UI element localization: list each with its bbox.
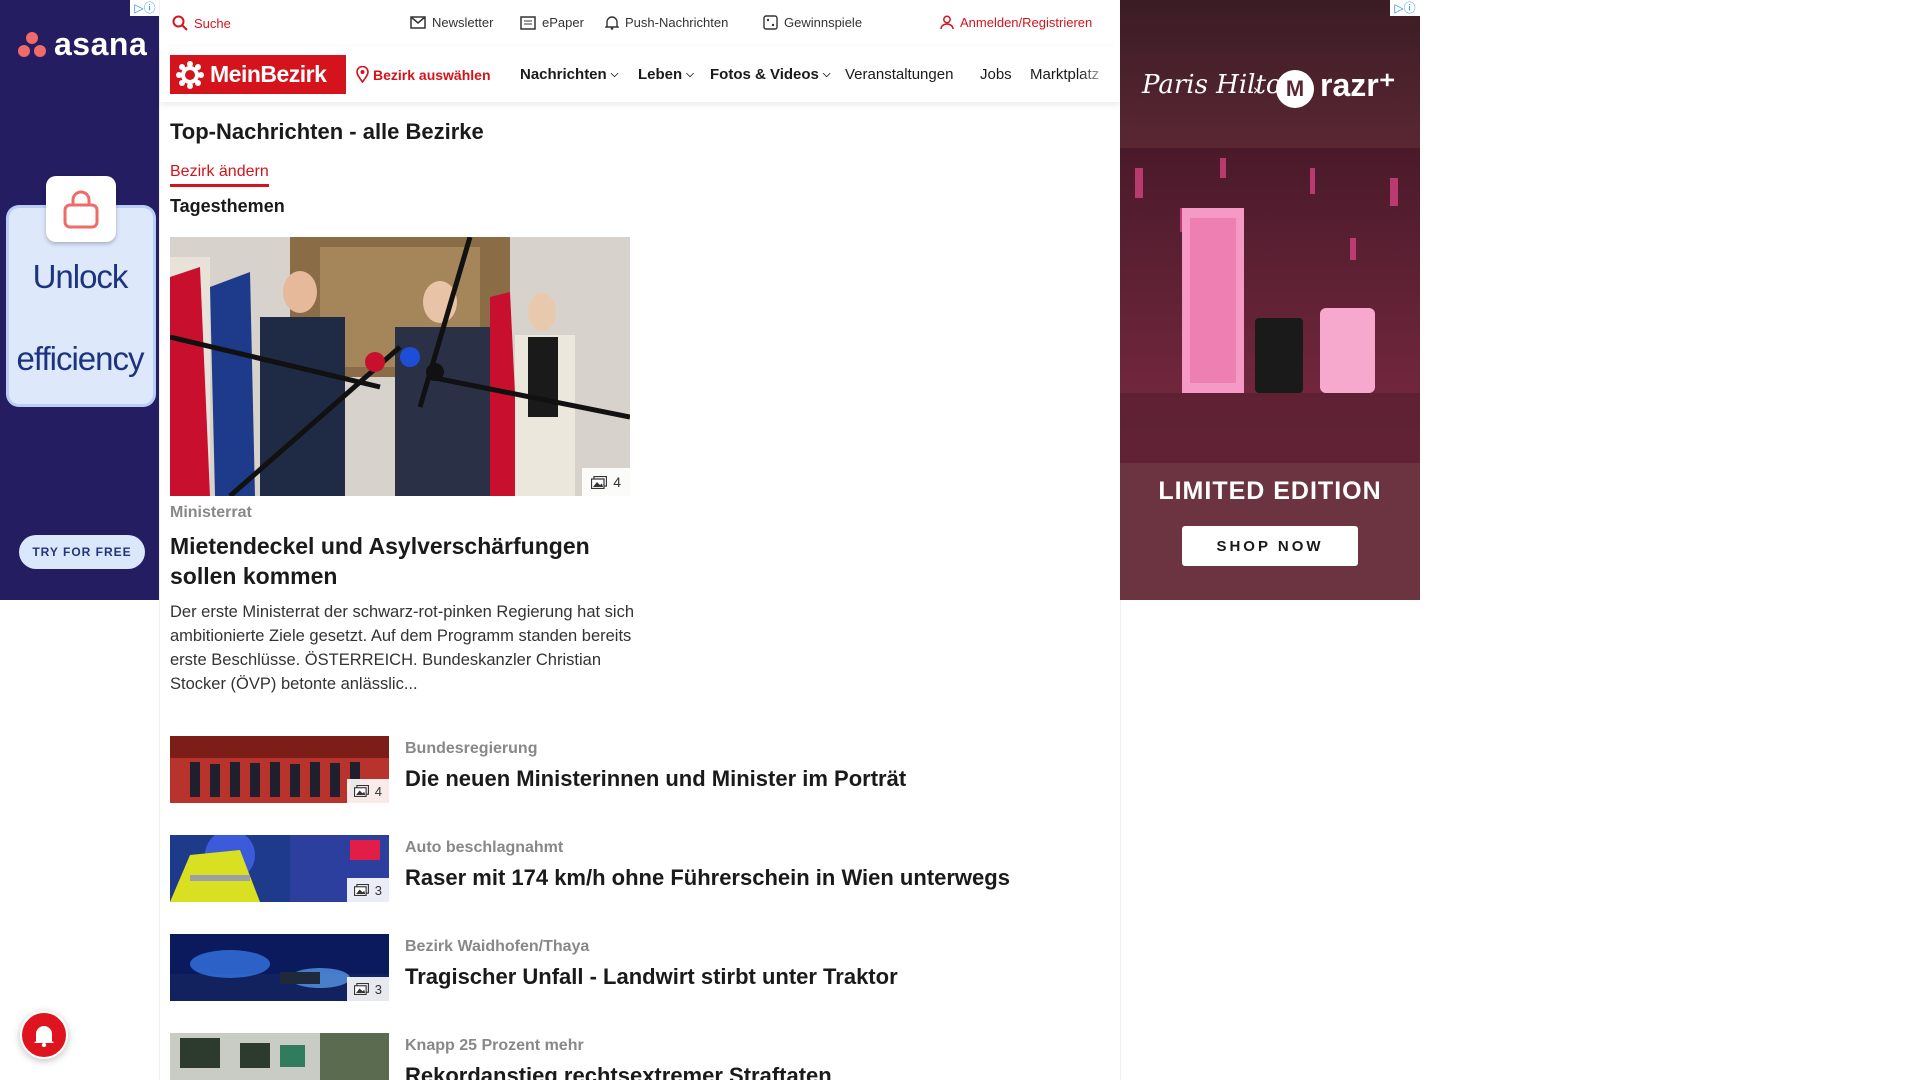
search-label: Suche <box>194 15 231 31</box>
image-count-badge: 4 <box>346 779 389 803</box>
razr-wordmark: razr⁺ <box>1320 67 1396 103</box>
gallery-icon <box>353 785 369 797</box>
nav-leben-label: Leben <box>638 66 683 83</box>
paris-hilton-signature-logo: Paris Hilton <box>1142 70 1299 100</box>
newsletter-link[interactable]: Newsletter <box>410 15 493 30</box>
asana-dots-icon <box>18 31 46 58</box>
notification-bell-button[interactable] <box>20 1011 68 1059</box>
change-bezirk-link[interactable]: Bezirk ändern <box>170 163 269 187</box>
gift-icon <box>763 15 778 30</box>
push-label: Push-Nachrichten <box>625 15 729 30</box>
list-item[interactable]: Knapp 25 Prozent mehr Rekordanstieg rech… <box>170 1033 1070 1080</box>
image-count: 4 <box>613 474 621 490</box>
article-title[interactable]: Rekordanstieg rechtsextremer Straftaten <box>405 1063 832 1080</box>
nav-jobs[interactable]: Jobs <box>980 66 1012 83</box>
mail-icon <box>410 16 426 29</box>
image-count: 3 <box>374 882 382 898</box>
epaper-label: ePaper <box>542 15 584 30</box>
image-count-badge: 4 <box>582 468 630 496</box>
lead-headline[interactable]: Mietendeckel und Asylverschärfungen soll… <box>170 531 640 591</box>
nav-fotos-videos[interactable]: Fotos & Videos ⌵ <box>710 66 831 83</box>
article-thumbnail[interactable]: 3 <box>170 934 389 1001</box>
top-utility-bar: Suche Newsletter ePaper Push-Nachrichten… <box>160 0 1120 46</box>
asana-wordmark: asana <box>54 26 148 62</box>
user-icon <box>940 15 954 30</box>
asana-logo: asana <box>18 26 147 63</box>
ad-headline-1: Unlock <box>32 258 129 295</box>
bezirk-select-label: Bezirk auswählen <box>373 66 491 83</box>
nav-leben[interactable]: Leben ⌵ <box>638 66 694 83</box>
bezirk-select[interactable]: Bezirk auswählen <box>356 66 491 83</box>
ad-product-visual <box>1120 148 1420 463</box>
lead-teaser: Der erste Ministerrat der schwarz-rot-pi… <box>170 603 635 693</box>
motorola-logo-icon: M <box>1276 70 1314 108</box>
page: ▷ⓘ asana Unlock efficiency TRY FOR FREE … <box>0 0 1920 1080</box>
article-title[interactable]: Raser mit 174 km/h ohne Führerschein in … <box>405 865 1010 891</box>
nav-nachrichten[interactable]: Nachrichten ⌵ <box>520 66 618 83</box>
image-count-badge: 3 <box>346 878 389 902</box>
adchoices-icon[interactable]: ▷ⓘ <box>1390 0 1420 16</box>
article-kicker: Bezirk Waidhofen/Thaya <box>405 938 590 955</box>
gewinnspiele-link[interactable]: Gewinnspiele <box>763 15 862 30</box>
nav-fotos-label: Fotos & Videos <box>710 66 819 83</box>
article-thumbnail[interactable]: 3 <box>170 835 389 902</box>
article-thumbnail[interactable] <box>170 1033 389 1080</box>
list-item[interactable]: 4 Bundesregierung Die neuen Ministerinne… <box>170 736 1070 806</box>
collab-separator: × <box>1253 82 1262 98</box>
chevron-down-icon: ⌵ <box>822 69 831 80</box>
main-content: Suche Newsletter ePaper Push-Nachrichten… <box>160 0 1120 1080</box>
image-count: 4 <box>374 783 382 799</box>
article-kicker: Bundesregierung <box>405 740 538 757</box>
lead-kicker: Ministerrat <box>170 504 252 521</box>
nav-nachrichten-label: Nachrichten <box>520 66 607 83</box>
lead-photo <box>170 237 630 496</box>
chevron-down-icon: ⌵ <box>610 69 619 80</box>
list-item[interactable]: 3 Bezirk Waidhofen/Thaya Tragischer Unfa… <box>170 934 1070 1004</box>
nav-fade <box>1080 46 1120 102</box>
image-count: 3 <box>374 981 382 997</box>
push-link[interactable]: Push-Nachrichten <box>605 15 728 30</box>
search-icon <box>172 15 188 31</box>
thumb-photo <box>170 1033 389 1080</box>
logo-text: MeinBezirk <box>210 61 327 87</box>
location-pin-icon <box>356 66 369 83</box>
meinbezirk-logo[interactable]: MeinBezirk <box>170 55 346 94</box>
gallery-icon <box>353 884 369 896</box>
epaper-link[interactable]: ePaper <box>520 15 584 30</box>
list-item[interactable]: 3 Auto beschlagnahmt Raser mit 174 km/h … <box>170 835 1070 905</box>
gallery-icon <box>591 475 608 489</box>
image-count-badge: 3 <box>346 977 389 1001</box>
lead-article-image[interactable]: 4 <box>170 237 630 496</box>
logo-sun-icon <box>176 60 204 89</box>
gewinnspiele-label: Gewinnspiele <box>784 15 863 30</box>
section-title: Tagesthemen <box>170 196 285 216</box>
ad-headline: LIMITED EDITION <box>1158 477 1382 505</box>
adchoices-icon[interactable]: ▷ⓘ <box>130 0 160 16</box>
page-title: Top-Nachrichten - alle Bezirke <box>170 119 484 144</box>
bell-icon <box>605 16 619 30</box>
try-for-free-button[interactable]: TRY FOR FREE <box>19 535 145 569</box>
newsletter-label: Newsletter <box>432 15 494 30</box>
asana-ad[interactable]: ▷ⓘ asana Unlock efficiency TRY FOR FREE <box>0 0 160 600</box>
lock-icon <box>46 176 116 242</box>
article-kicker: Knapp 25 Prozent mehr <box>405 1037 584 1054</box>
main-nav: MeinBezirk Bezirk auswählen Nachrichten … <box>160 46 1120 102</box>
ad-headline-2: efficiency <box>16 340 145 377</box>
login-link[interactable]: Anmelden/Registrieren <box>940 15 1092 30</box>
razr-ad[interactable]: ▷ⓘ Paris Hilton × M razr⁺ LIMITED EDITIO… <box>1120 0 1420 600</box>
nav-veranstaltungen[interactable]: Veranstaltungen <box>845 66 953 83</box>
article-kicker: Auto beschlagnahmt <box>405 839 564 856</box>
article-title[interactable]: Tragischer Unfall - Landwirt stirbt unte… <box>405 964 898 990</box>
article-thumbnail[interactable]: 4 <box>170 736 389 803</box>
chevron-down-icon: ⌵ <box>686 69 694 80</box>
bell-icon <box>34 1026 54 1047</box>
newspaper-icon <box>520 15 536 30</box>
nav-veranstaltungen-label: Veranstaltungen <box>845 66 954 83</box>
article-title[interactable]: Die neuen Ministerinnen und Minister im … <box>405 766 906 792</box>
login-label: Anmelden/Registrieren <box>960 15 1093 30</box>
nav-jobs-label: Jobs <box>980 66 1012 83</box>
gallery-icon <box>353 983 369 995</box>
search-link[interactable]: Suche <box>172 15 231 31</box>
shop-now-button[interactable]: SHOP NOW <box>1182 526 1358 566</box>
